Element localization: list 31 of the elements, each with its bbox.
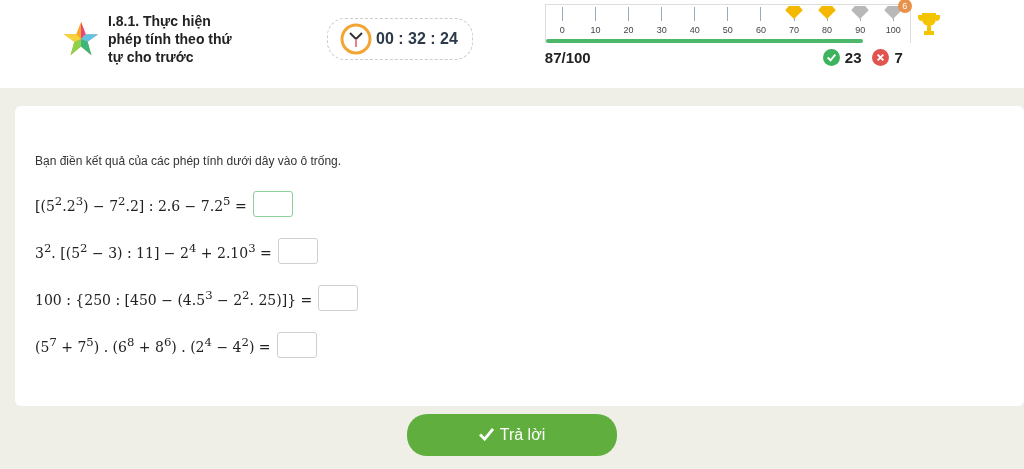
check-icon <box>822 49 840 66</box>
instruction-text: Bạn điền kết quả của các phép tính dưới dây vào ô trống. <box>35 154 343 168</box>
tick-label: 90 <box>855 25 866 35</box>
wrong-count: 7 <box>894 49 903 66</box>
tick-label: 10 <box>590 25 601 35</box>
answer-box[interactable] <box>252 190 293 217</box>
tick-label: 50 <box>722 25 733 35</box>
tick-label: 30 <box>656 25 667 35</box>
tick-label: 40 <box>689 25 700 35</box>
lesson-title: I.8.1. Thực hiện phép tính theo thứ tự cho trước <box>108 12 233 66</box>
timer-text: 00 : 32 : 24 <box>376 30 458 48</box>
answer-box[interactable] <box>318 284 359 311</box>
cross-icon <box>872 49 890 66</box>
tick-label: 80 <box>822 25 833 35</box>
math-expression: 100 : {250 : [450 − (4.5$^{3}$ − 2$^{2}$. 25)]} = <box>35 287 313 308</box>
clock-icon <box>340 23 372 55</box>
math-expression: 3$^{2}$. [(5$^{2}$ − 3) : 11] − 2$^{4}$ + 2.10$^{3}$ = <box>35 240 272 261</box>
submit-button[interactable]: Trả lời <box>407 414 617 456</box>
tick-label: 60 <box>755 25 766 35</box>
tick-label: 70 <box>789 25 800 35</box>
score-text: 87/100 <box>544 49 591 66</box>
trophy-icon <box>916 10 941 37</box>
math-expression: (5$^{7}$ + 7$^{5}$) . (6$^{8}$ + 8$^{6}$) . (2$^{4}$ − 4$^{2}$) = <box>35 334 271 355</box>
answer-box[interactable] <box>276 331 317 358</box>
checkmark-icon <box>478 428 494 441</box>
tick-label: 0 <box>559 25 565 35</box>
correct-count: 23 <box>844 49 862 66</box>
tick-label: 20 <box>623 25 634 35</box>
answer-box[interactable] <box>277 237 318 264</box>
math-expression: [(5$^{2}$.2$^{3}$) − 7$^{2}$.2] : 2.6 − 7.2$^{5}$ = <box>35 193 247 214</box>
tick-label: 100 <box>885 25 901 35</box>
